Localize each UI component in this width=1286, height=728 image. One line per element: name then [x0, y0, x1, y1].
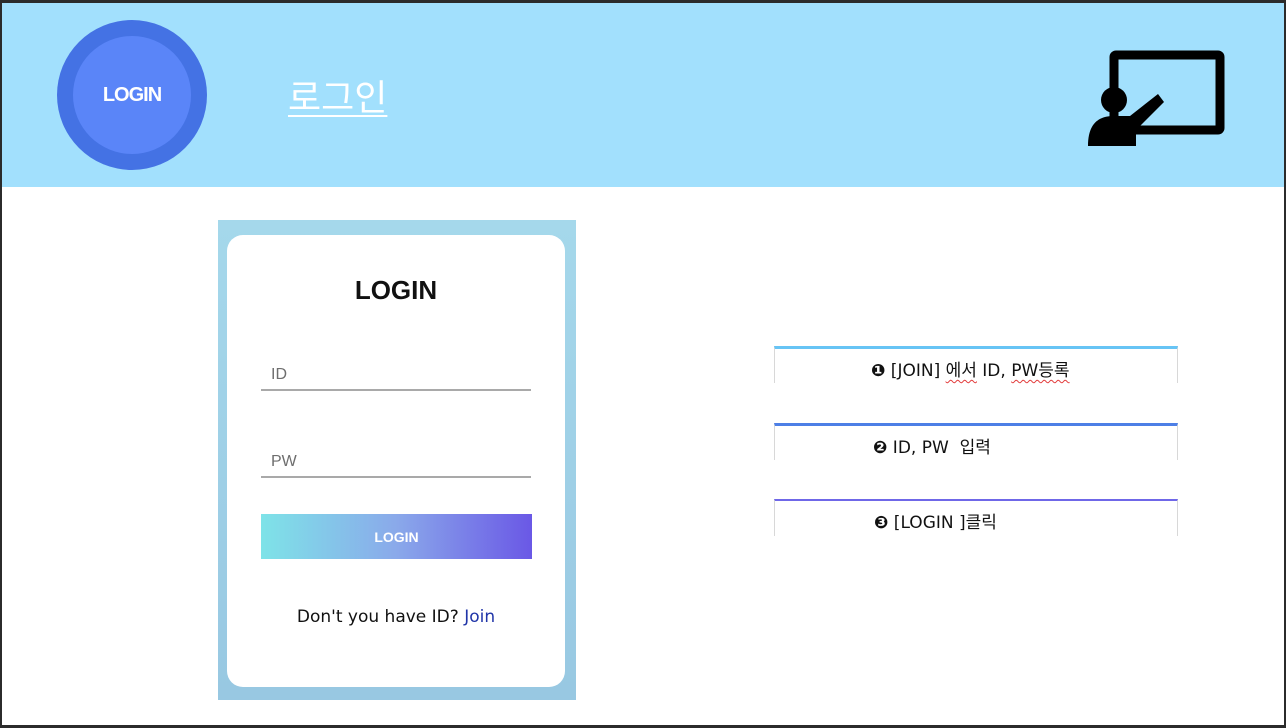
step-1-part-d: PW등록 — [1011, 361, 1070, 381]
join-link[interactable]: Join — [464, 607, 495, 627]
presentation-teacher-icon — [1088, 50, 1225, 146]
step-2-label: ID, PW 입력 — [887, 438, 991, 458]
step-2-marker: ❷ — [873, 438, 888, 458]
join-prompt: Don't you have ID? Join — [227, 607, 565, 627]
step-1-part-c: ID, — [976, 361, 1012, 381]
id-input[interactable] — [261, 361, 531, 391]
password-input[interactable] — [261, 448, 531, 478]
join-prompt-text: Don't you have ID? — [296, 607, 459, 627]
step-2-text: ❷ ID, PW 입력 — [873, 433, 991, 458]
step-1-marker: ❶ — [871, 361, 886, 381]
step-3-box: ❸ [LOGIN ]클릭 — [774, 499, 1178, 536]
step-3-label: [LOGIN ]클릭 — [888, 513, 997, 533]
step-1-part-b: 에서 — [945, 361, 977, 381]
login-card-title: LOGIN — [354, 275, 438, 305]
step-1-text: ❶ [JOIN] 에서 ID, PW등록 — [871, 356, 1070, 381]
header-banner: LOGIN 로그인 — [2, 3, 1284, 187]
step-3-text: ❸ [LOGIN ]클릭 — [874, 508, 997, 533]
login-button[interactable]: LOGIN — [261, 514, 532, 559]
page-title: 로그인 — [288, 78, 388, 119]
step-2-box: ❷ ID, PW 입력 — [774, 423, 1178, 460]
step-3-marker: ❸ — [874, 513, 889, 533]
login-card-frame: LOGIN LOGIN Don't you have ID? Join — [218, 220, 576, 700]
login-badge-label: LOGIN — [73, 36, 191, 154]
slide: LOGIN 로그인 LOGIN LOGIN Don't you have ID?… — [2, 3, 1284, 725]
login-badge: LOGIN — [57, 20, 207, 170]
login-card: LOGIN LOGIN Don't you have ID? Join — [227, 235, 565, 687]
step-1-part-a: [JOIN] — [885, 361, 946, 381]
step-1-box: ❶ [JOIN] 에서 ID, PW등록 — [774, 346, 1178, 383]
